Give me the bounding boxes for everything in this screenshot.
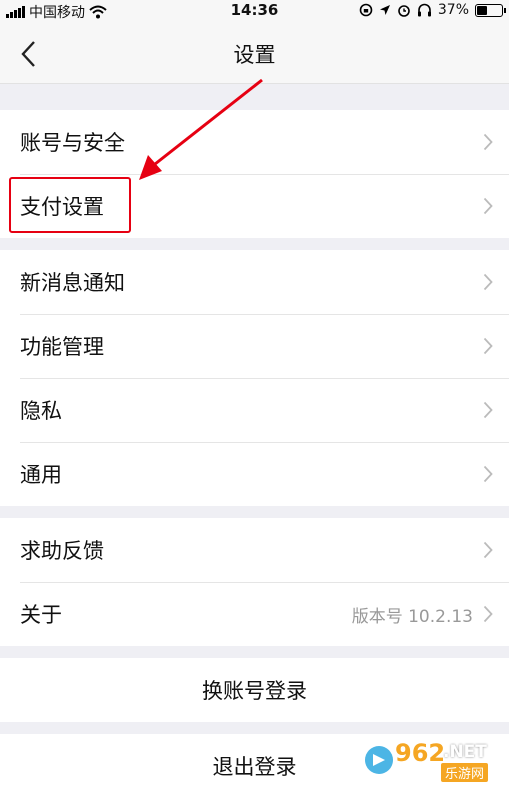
row-account-security[interactable]: 账号与安全: [0, 110, 509, 174]
row-about[interactable]: 关于 版本号 10.2.13: [0, 582, 509, 646]
location-icon: [379, 5, 390, 15]
status-bar: 中国移动 14:36 37%: [0, 0, 509, 22]
chevron-right-icon: [483, 337, 493, 355]
page-title: 设置: [233, 43, 276, 67]
chevron-right-icon: [483, 465, 493, 483]
row-label: 功能管理: [20, 335, 104, 359]
chevron-right-icon: [483, 273, 493, 291]
logout-label: 退出登录: [212, 755, 297, 779]
settings-group-account: 账号与安全 支付设置: [0, 110, 509, 238]
watermark-net: .NET: [443, 742, 487, 762]
switch-account-label: 换账号登录: [202, 679, 307, 703]
battery-percent: 37%: [437, 2, 469, 18]
rotation-lock-icon: [359, 3, 373, 17]
switch-account-button[interactable]: 换账号登录: [0, 658, 509, 722]
row-label: 通用: [20, 463, 62, 487]
alarm-icon: [398, 5, 410, 17]
chevron-right-icon: [483, 401, 493, 419]
watermark-number: 962: [395, 739, 446, 767]
status-right: 37%: [359, 2, 506, 18]
row-notifications[interactable]: 新消息通知: [0, 250, 509, 314]
settings-group-general: 新消息通知 功能管理 隐私 通用: [0, 250, 509, 506]
headphones-icon: [417, 3, 431, 17]
chevron-right-icon: [483, 133, 493, 151]
row-label: 求助反馈: [20, 539, 104, 563]
row-payment-settings[interactable]: 支付设置: [0, 174, 509, 238]
switch-account-section: 换账号登录: [0, 658, 509, 722]
watermark-logo: 962 .NET 乐游网: [363, 739, 501, 782]
row-privacy[interactable]: 隐私: [0, 378, 509, 442]
battery-icon: [475, 3, 506, 17]
chevron-right-icon: [483, 197, 493, 215]
version-number: 版本号 10.2.13: [351, 606, 473, 627]
chevron-right-icon: [483, 541, 493, 559]
row-label: 关于: [20, 603, 62, 627]
row-help-feedback[interactable]: 求助反馈: [0, 518, 509, 582]
row-general[interactable]: 通用: [0, 442, 509, 506]
row-label: 支付设置: [20, 195, 104, 219]
row-label: 账号与安全: [20, 131, 125, 155]
row-label: 新消息通知: [20, 271, 125, 295]
settings-group-help: 求助反馈 关于 版本号 10.2.13: [0, 518, 509, 646]
nav-bar: 设置: [0, 22, 509, 84]
chevron-right-icon: [483, 605, 493, 623]
row-feature-management[interactable]: 功能管理: [0, 314, 509, 378]
row-label: 隐私: [20, 399, 62, 423]
watermark-sub: 乐游网: [441, 763, 489, 782]
